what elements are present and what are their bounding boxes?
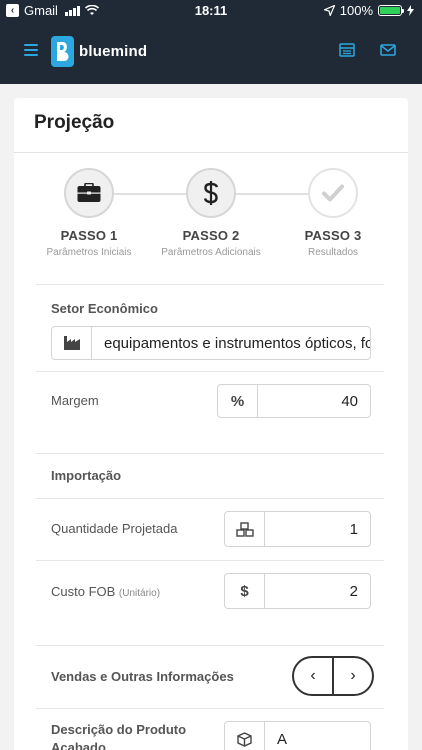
step-3-title: PASSO 3 xyxy=(304,228,362,243)
page-title: Projeção xyxy=(34,112,115,133)
step-1-circle xyxy=(64,168,114,218)
step-3-circle xyxy=(308,168,358,218)
divider xyxy=(36,284,384,285)
quantidade-label: Quantidade Projetada xyxy=(51,521,178,536)
descricao-addon xyxy=(225,722,265,750)
step-1-subtitle: Parâmetros Iniciais xyxy=(46,247,132,258)
title-divider xyxy=(14,152,408,153)
status-right: 100% xyxy=(323,3,414,18)
setor-addon xyxy=(52,327,92,359)
box-icon xyxy=(237,731,252,747)
quantidade-addon xyxy=(225,512,265,546)
setor-label: Setor Econômico xyxy=(51,301,158,316)
step-2-circle xyxy=(186,168,236,218)
next-button[interactable]: › xyxy=(334,658,372,694)
divider xyxy=(36,645,384,646)
percent-icon: % xyxy=(218,385,258,417)
descricao-field[interactable]: A xyxy=(265,722,370,750)
divider xyxy=(36,498,384,499)
list-icon[interactable] xyxy=(339,42,355,58)
setor-input-group[interactable]: equipamentos e instrumentos ópticos, fc xyxy=(51,326,371,360)
margem-field[interactable]: 40 xyxy=(258,385,370,417)
menu-icon[interactable] xyxy=(24,44,38,56)
briefcase-icon xyxy=(77,183,101,202)
descricao-label-line1: Descrição do Produto xyxy=(51,722,187,737)
step-2[interactable]: PASSO 2 Parâmetros Adicionais xyxy=(146,168,276,258)
boxes-icon xyxy=(235,521,254,537)
step-2-subtitle: Parâmetros Adicionais xyxy=(161,247,261,258)
status-bar: ‹ Gmail 18:11 100% xyxy=(0,0,422,22)
quantidade-input-group[interactable]: 1 xyxy=(224,511,371,547)
margem-input-group[interactable]: % 40 xyxy=(217,384,371,418)
dollar-addon-icon: $ xyxy=(225,574,265,608)
step-1-title: PASSO 1 xyxy=(60,228,118,243)
dollar-icon xyxy=(203,181,219,205)
setor-field[interactable]: equipamentos e instrumentos ópticos, fc xyxy=(92,327,370,359)
custo-input-group[interactable]: $ 2 xyxy=(224,573,371,609)
bluemind-logo-icon xyxy=(51,36,74,67)
battery-percent: 100% xyxy=(339,3,373,18)
custo-label-text: Custo FOB xyxy=(51,584,116,599)
quantidade-field[interactable]: 1 xyxy=(265,512,370,546)
importacao-heading: Importação xyxy=(51,468,122,483)
step-3[interactable]: PASSO 3 Resultados xyxy=(268,168,398,258)
step-1[interactable]: PASSO 1 Parâmetros Iniciais xyxy=(24,168,154,258)
app-header: bluemind xyxy=(0,22,422,84)
check-icon xyxy=(322,184,344,202)
divider xyxy=(36,708,384,709)
custo-field[interactable]: 2 xyxy=(265,574,370,608)
prev-button[interactable]: ‹ xyxy=(294,658,332,694)
industry-icon xyxy=(63,336,80,350)
app-logo: bluemind xyxy=(51,36,147,67)
divider xyxy=(36,453,384,454)
mail-icon[interactable] xyxy=(380,42,396,58)
vendas-heading: Vendas e Outras Informações xyxy=(51,669,234,684)
step-3-subtitle: Resultados xyxy=(307,247,359,258)
divider xyxy=(36,560,384,561)
app-name: bluemind xyxy=(79,43,148,60)
battery-icon xyxy=(378,5,404,16)
descricao-label-line2: Acabado xyxy=(51,740,106,750)
projection-card: Projeção PASSO 1 Parâmetros Iniciais PAS… xyxy=(14,98,408,750)
descricao-input-group[interactable]: A xyxy=(224,721,371,750)
section-pager: ‹ › xyxy=(292,656,374,696)
charging-icon xyxy=(407,5,414,16)
margem-label: Margem xyxy=(51,393,99,408)
step-2-title: PASSO 2 xyxy=(182,228,240,243)
descricao-label: Descrição do Produto Acabado xyxy=(51,721,186,750)
custo-label: Custo FOB (Unitário) xyxy=(51,584,160,599)
location-arrow-icon xyxy=(323,5,335,16)
divider xyxy=(36,371,384,372)
custo-label-note: (Unitário) xyxy=(118,588,161,599)
